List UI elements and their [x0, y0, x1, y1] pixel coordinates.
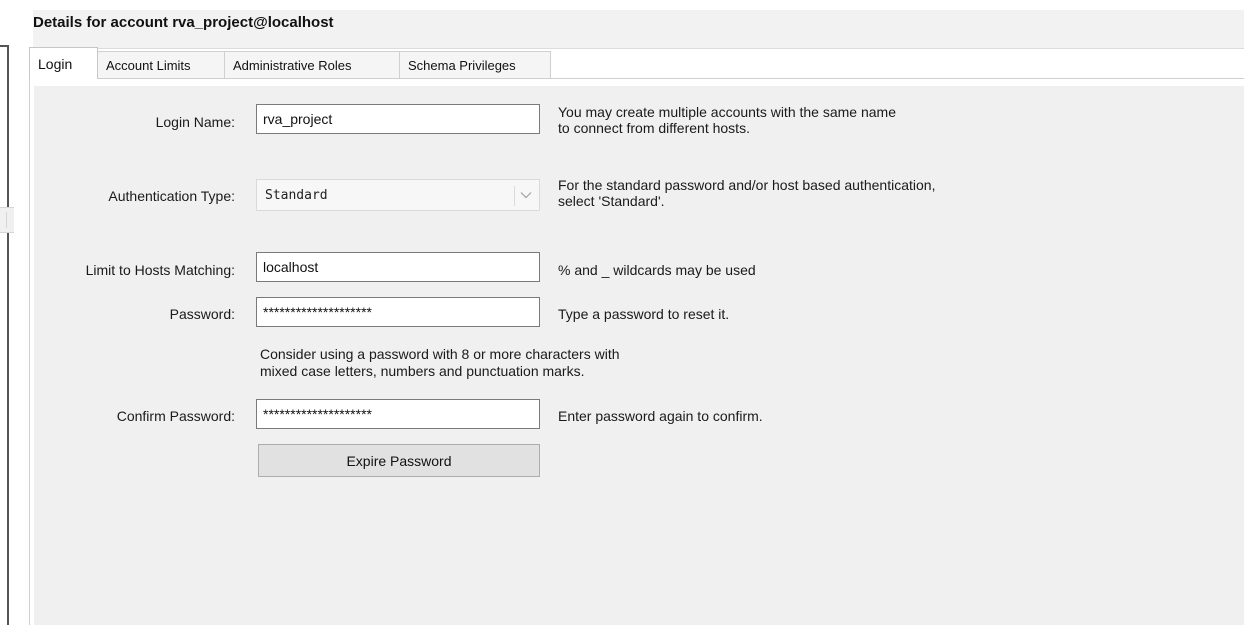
password-strength-note: Consider using a password with 8 or more…	[260, 346, 620, 380]
auth-type-select[interactable]: Standard	[256, 179, 540, 211]
tab-login-label: Login	[38, 55, 73, 72]
left-panel-edge	[0, 45, 9, 625]
hosts-label: Limit to Hosts Matching:	[85, 262, 235, 278]
left-panel-edge-line	[7, 45, 9, 625]
tab-account-limits[interactable]: Account Limits	[97, 51, 225, 79]
tab-login[interactable]: Login	[29, 47, 98, 79]
tab-bar: Login Account Limits Administrative Role…	[29, 47, 551, 79]
page-title: Details for account rva_project@localhos…	[33, 14, 334, 31]
confirm-password-label: Confirm Password:	[116, 408, 235, 424]
tab-account-limits-label: Account Limits	[106, 58, 191, 73]
password-hint: Type a password to reset it.	[558, 306, 730, 322]
password-label: Password:	[169, 306, 235, 322]
auth-type-label: Authentication Type:	[108, 188, 235, 204]
password-input[interactable]	[256, 297, 540, 327]
hosts-hint: % and _ wildcards may be used	[558, 262, 756, 278]
auth-type-hint: For the standard password and/or host ba…	[558, 177, 935, 209]
chevron-down-icon[interactable]	[520, 189, 532, 201]
login-name-hint-line1: You may create multiple accounts with th…	[558, 104, 896, 120]
password-note-line2: mixed case letters, numbers and punctuat…	[260, 363, 585, 379]
hosts-input[interactable]	[256, 252, 540, 282]
tab-administrative-roles-label: Administrative Roles	[233, 58, 352, 73]
splitter-handle[interactable]	[0, 207, 14, 233]
tab-schema-privileges-label: Schema Privileges	[408, 58, 516, 73]
expire-password-button[interactable]: Expire Password	[258, 444, 540, 477]
confirm-password-input[interactable]	[256, 399, 540, 429]
tab-administrative-roles[interactable]: Administrative Roles	[224, 51, 400, 79]
confirm-password-hint: Enter password again to confirm.	[558, 408, 763, 424]
details-header: Details for account rva_project@localhos…	[33, 10, 1244, 49]
auth-type-value: Standard	[265, 187, 328, 203]
login-name-hint: You may create multiple accounts with th…	[558, 104, 896, 136]
tab-schema-privileges[interactable]: Schema Privileges	[399, 51, 551, 79]
auth-type-hint-line1: For the standard password and/or host ba…	[558, 177, 936, 193]
password-note-line1: Consider using a password with 8 or more…	[260, 346, 620, 362]
auth-type-separator	[514, 186, 515, 206]
account-details-window: Details for account rva_project@localhos…	[0, 0, 1244, 625]
login-name-label: Login Name:	[155, 114, 235, 130]
login-form-area	[34, 86, 1244, 625]
login-name-input[interactable]	[256, 104, 540, 134]
auth-type-hint-line2: select 'Standard'.	[558, 193, 665, 209]
login-name-hint-line2: to connect from different hosts.	[558, 120, 750, 136]
